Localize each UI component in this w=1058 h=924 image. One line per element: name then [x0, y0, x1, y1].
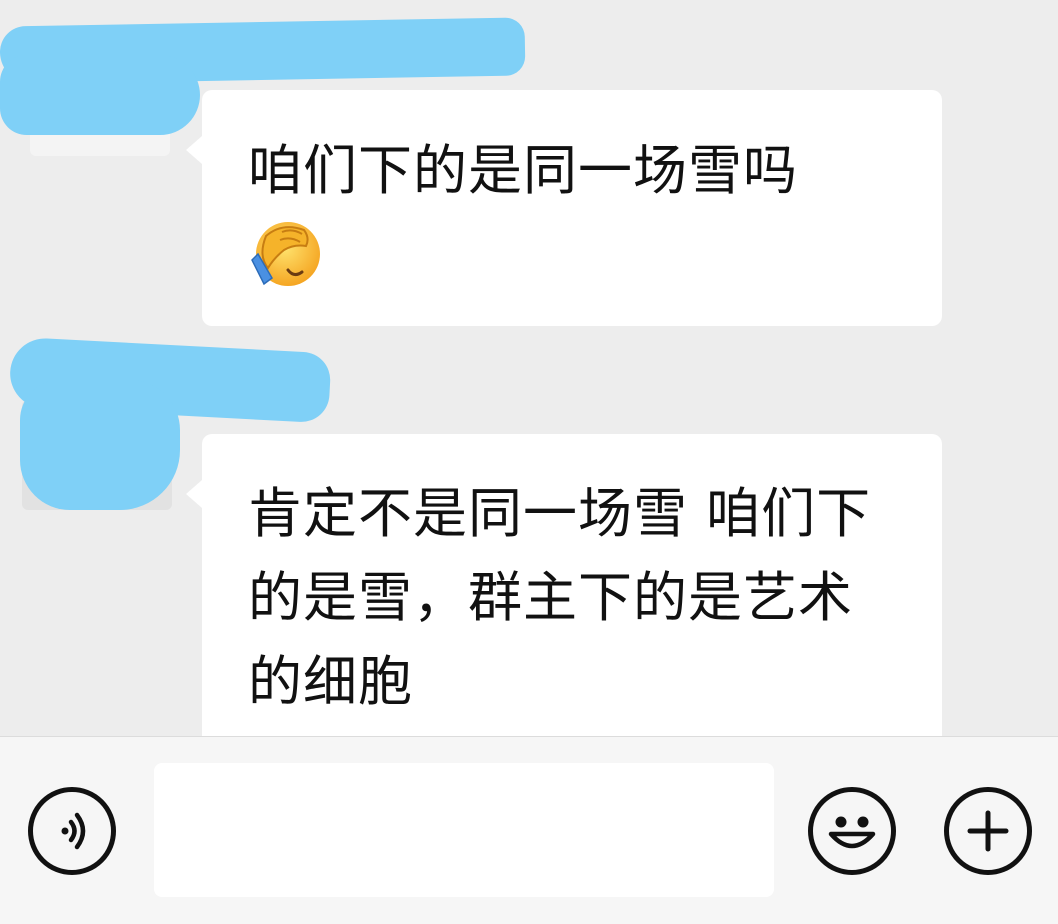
smiley-icon — [828, 816, 876, 849]
chat-input-bar — [0, 736, 1058, 924]
message-bubble[interactable]: 肯定不是同一场雪 咱们下的是雪，群主下的是艺术的细胞 — [186, 434, 942, 736]
plus-icon — [967, 810, 1009, 852]
redaction-scribble — [0, 55, 200, 135]
voice-icon — [61, 812, 86, 850]
emoji-button[interactable] — [808, 787, 896, 875]
more-button[interactable] — [944, 787, 1032, 875]
redaction-scribble — [20, 380, 180, 510]
message-text: 肯定不是同一场雪 咱们下的是雪，群主下的是艺术的细胞 — [248, 482, 872, 713]
message-bubble[interactable]: 咱们下的是同一场雪吗 — [186, 90, 942, 326]
chat-area[interactable]: 咱们下的是同一场雪吗 肯定不是同一场雪 咱们下的是雪，群主下的是艺术的细胞 — [0, 0, 1058, 736]
message-text: 咱们下的是同一场雪吗 — [248, 139, 798, 202]
message-input[interactable] — [154, 763, 774, 897]
facepalm-emoji-icon — [251, 222, 320, 286]
voice-button[interactable] — [28, 787, 116, 875]
